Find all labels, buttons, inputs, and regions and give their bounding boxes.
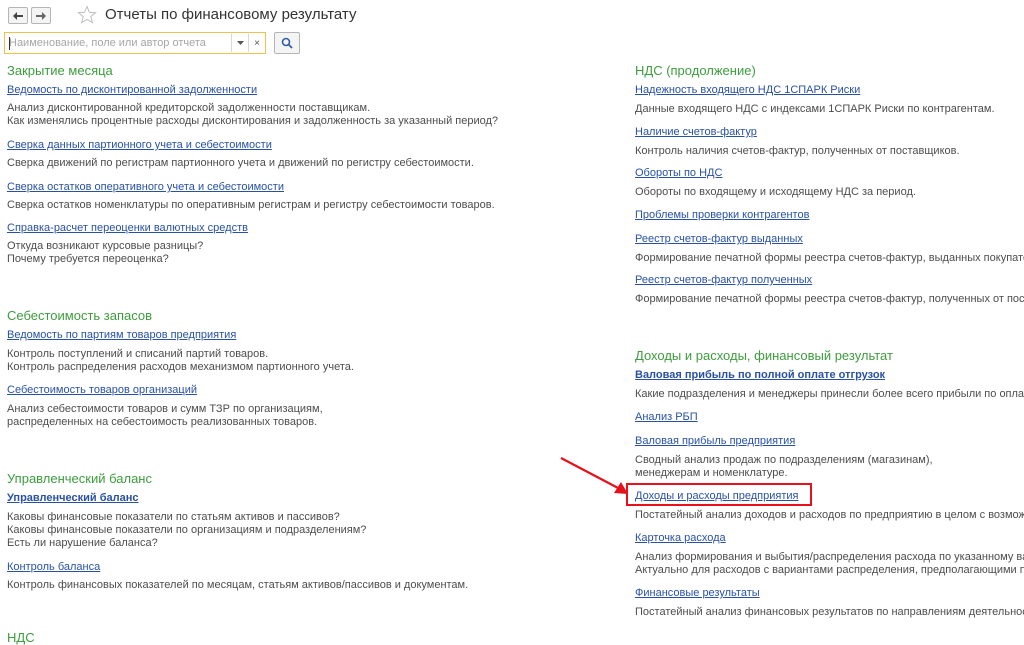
report-link[interactable]: Обороты по НДС xyxy=(635,167,722,179)
report-description: Анализ формирования и выбытия/распределе… xyxy=(635,551,1024,563)
report-description: Как изменялись процентные расходы дискон… xyxy=(7,115,499,127)
report-description: Есть ли нарушение баланса? xyxy=(7,537,158,549)
section-title-month-close: Закрытие месяца xyxy=(7,63,113,78)
report-description: Каковы финансовые показатели по организа… xyxy=(7,524,367,536)
report-description: Постатейный анализ финансовых результато… xyxy=(635,606,1024,618)
report-description: Контроль финансовых показателей по месяц… xyxy=(7,579,469,591)
report-description: Контроль наличия счетов-фактур, полученн… xyxy=(635,145,960,157)
report-link[interactable]: Сверка данных партионного учета и себест… xyxy=(7,139,272,151)
report-description: Контроль поступлений и списаний партий т… xyxy=(7,348,269,360)
report-description: Сводный анализ продаж по подразделениям … xyxy=(635,454,933,466)
report-link[interactable]: Реестр счетов-фактур выданных xyxy=(635,233,803,245)
star-icon[interactable] xyxy=(77,5,97,25)
section-title-vat: НДС xyxy=(7,630,35,645)
report-link[interactable]: Управленческий баланс xyxy=(7,492,138,504)
search-input[interactable] xyxy=(9,35,229,51)
section-title-vat-continued: НДС (продолжение) xyxy=(635,63,756,78)
section-title-inventory-cost: Себестоимость запасов xyxy=(7,308,153,323)
search-field[interactable]: × xyxy=(4,32,266,54)
arrow-right-icon xyxy=(36,11,46,20)
report-link[interactable]: Валовая прибыль по полной оплате отгрузо… xyxy=(635,369,885,381)
report-link[interactable]: Реестр счетов-фактур полученных xyxy=(635,274,812,286)
report-link[interactable]: Проблемы проверки контрагентов xyxy=(635,209,809,221)
report-description: Какие подразделения и менеджеры принесли… xyxy=(635,388,1024,400)
report-link[interactable]: Контроль баланса xyxy=(7,561,100,573)
report-description: Постатейный анализ доходов и расходов по… xyxy=(635,509,1024,521)
report-description: Анализ дисконтированной кредиторской зад… xyxy=(7,102,371,114)
section-title-mgmt-balance: Управленческий баланс xyxy=(7,471,152,486)
report-link[interactable]: Сверка остатков оперативного учета и себ… xyxy=(7,181,284,193)
arrow-annotation-icon xyxy=(560,457,628,494)
page-title: Отчеты по финансовому результату xyxy=(105,6,357,23)
report-description: Формирование печатной формы реестра счет… xyxy=(635,252,1024,264)
report-description: распределенных на себестоимость реализов… xyxy=(7,416,318,428)
report-description: Откуда возникают курсовые разницы? xyxy=(7,240,204,252)
report-description: Контроль распределения расходов механизм… xyxy=(7,361,354,373)
report-description: Данные входящего НДС с индексами 1СПАРК … xyxy=(635,103,995,115)
find-button[interactable] xyxy=(274,32,300,54)
title-bar: Отчеты по финансовому результату xyxy=(0,0,1024,30)
chevron-down-icon xyxy=(236,41,244,45)
text-cursor xyxy=(9,37,10,50)
clear-button[interactable]: × xyxy=(248,34,265,52)
report-link[interactable]: Карточка расхода xyxy=(635,532,726,544)
report-description: Каковы финансовые показатели по статьям … xyxy=(7,511,340,523)
report-description: Почему требуется переоценка? xyxy=(7,253,169,265)
report-link[interactable]: Анализ РБП xyxy=(635,411,698,423)
back-button[interactable] xyxy=(8,7,28,24)
section-title-income-expenses: Доходы и расходы, финансовый результат xyxy=(635,348,893,363)
highlight-box xyxy=(626,483,812,506)
report-link[interactable]: Ведомость по дисконтированной задолженно… xyxy=(7,84,257,96)
report-link[interactable]: Финансовые результаты xyxy=(635,587,760,599)
report-link[interactable]: Надежность входящего НДС 1СПАРК Риски xyxy=(635,84,860,96)
report-description: менеджерам и номенклатуре. xyxy=(635,467,788,479)
report-link[interactable]: Себестоимость товаров организаций xyxy=(7,384,197,396)
report-link[interactable]: Ведомость по партиям товаров предприятия xyxy=(7,329,236,341)
search-icon xyxy=(281,37,293,49)
dropdown-button[interactable] xyxy=(231,34,248,52)
report-link[interactable]: Наличие счетов-фактур xyxy=(635,126,757,138)
report-description: Анализ себестоимости товаров и сумм ТЗР … xyxy=(7,403,323,415)
report-link[interactable]: Валовая прибыль предприятия xyxy=(635,435,795,447)
report-description: Сверка остатков номенклатуры по оператив… xyxy=(7,199,495,211)
report-link[interactable]: Справка-расчет переоценки валютных средс… xyxy=(7,222,248,234)
report-description: Обороты по входящему и исходящему НДС за… xyxy=(635,186,916,198)
report-description: Актуально для расходов с вариантами расп… xyxy=(635,564,1024,576)
report-description: Сверка движений по регистрам партионного… xyxy=(7,157,474,169)
report-description: Формирование печатной формы реестра счет… xyxy=(635,293,1024,305)
arrow-left-icon xyxy=(13,11,23,20)
forward-button[interactable] xyxy=(31,7,51,24)
